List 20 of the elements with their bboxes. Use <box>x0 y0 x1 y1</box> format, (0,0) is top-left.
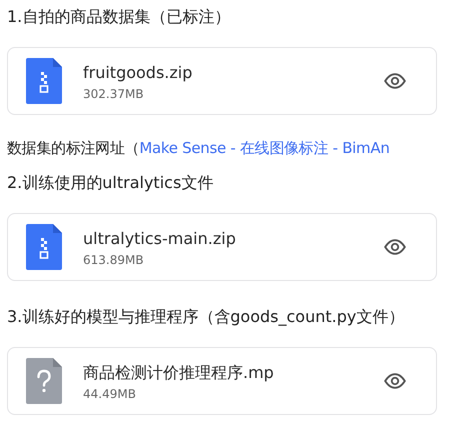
file-card[interactable]: fruitgoods.zip 302.37MB <box>7 47 437 115</box>
file-size: 613.89MB <box>83 253 145 267</box>
file-size: 302.37MB <box>83 87 145 101</box>
file-card[interactable]: ultralytics-main.zip 613.89MB <box>7 213 437 281</box>
section-heading: 3.训练好的模型与推理程序（含goods_count.py文件） <box>7 306 406 328</box>
question-file-icon <box>26 358 62 404</box>
section-heading: 2.训练使用的ultralytics文件 <box>7 172 214 194</box>
file-card[interactable]: 商品检测计价推理程序.mp 44.49MB <box>7 347 437 415</box>
file-name: ultralytics-main.zip <box>83 229 237 248</box>
file-name: fruitgoods.zip <box>83 63 194 82</box>
preview-eye-icon[interactable] <box>384 373 406 389</box>
file-size: 44.49MB <box>83 387 137 401</box>
preview-eye-icon[interactable] <box>384 73 406 89</box>
section-heading: 1.自拍的商品数据集（已标注） <box>7 6 232 28</box>
zip-file-icon <box>26 224 62 270</box>
file-name: 商品检测计价推理程序.mp <box>83 363 275 382</box>
preview-eye-icon[interactable] <box>384 239 406 255</box>
note-text: 数据集的标注网址（Make Sense - 在线图像标注 - BimAn <box>7 138 391 159</box>
link[interactable]: Make Sense - 在线图像标注 - BimAn <box>139 139 390 157</box>
zip-file-icon <box>26 58 62 104</box>
